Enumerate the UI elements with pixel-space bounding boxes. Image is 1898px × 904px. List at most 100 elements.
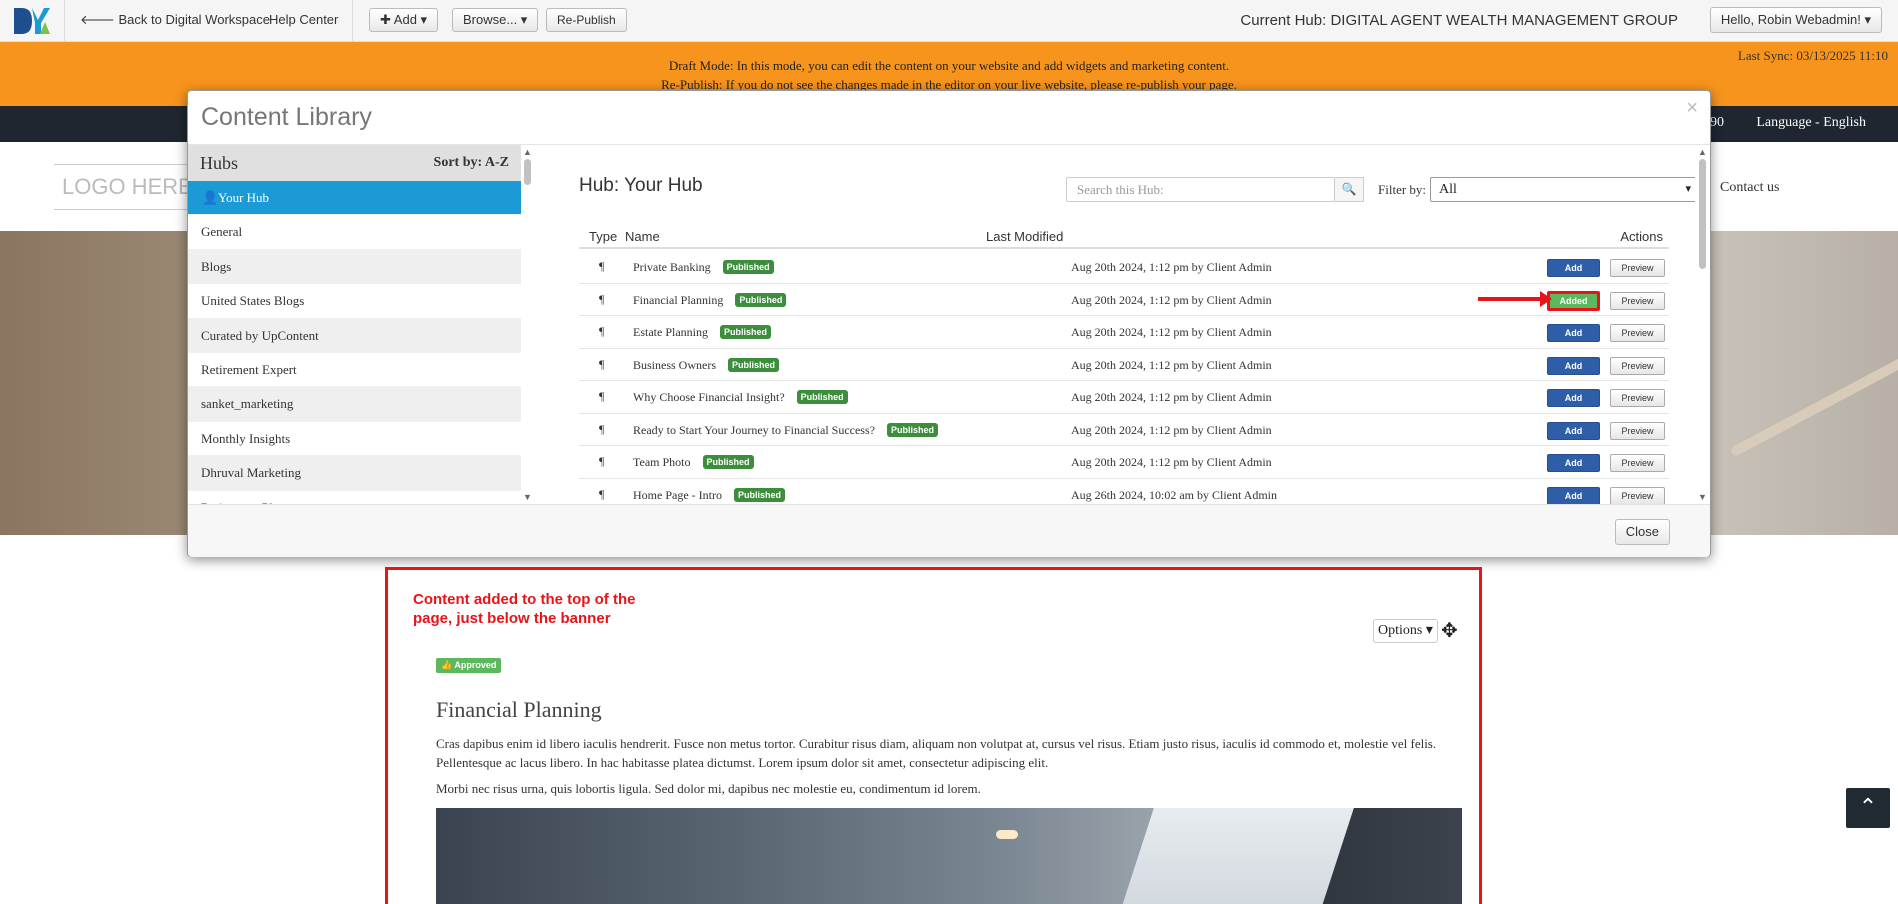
hub-item-curated-by-upcontent[interactable]: Curated by UpContent [188, 318, 521, 353]
paragraph-type-icon: ¶ [599, 486, 605, 501]
current-hub-label: Current Hub: DIGITAL AGENT WEALTH MANAGE… [1240, 12, 1678, 29]
hubs-scrollbar[interactable]: ▲ ▼ [521, 145, 535, 504]
add-dropdown-button[interactable]: ✚ Add ▾ [369, 8, 439, 32]
content-scrollbar[interactable]: ▲ ▼ [1696, 145, 1710, 504]
close-icon[interactable]: × [1686, 97, 1698, 120]
search-icon: 🔍 [1341, 182, 1357, 196]
add-button[interactable]: Add [1547, 454, 1600, 472]
content-library-modal: Content Library × Hubs Sort by: A-Z 👤You… [187, 90, 1711, 557]
preview-button[interactable]: Preview [1610, 454, 1665, 472]
caret-down-icon: ▾ [416, 12, 428, 27]
added-button[interactable]: Added [1547, 290, 1600, 311]
content-table-header: Type Name Last Modified Actions [579, 225, 1669, 249]
caret-down-icon: ▾ [517, 12, 528, 27]
image-detail [1118, 808, 1354, 904]
browse-dropdown-button[interactable]: Browse... ▾ [452, 8, 539, 32]
draft-mode-text: Draft Mode: In this mode, you can edit t… [668, 58, 1230, 73]
modal-footer [188, 505, 1710, 557]
scroll-up-icon[interactable]: ▲ [523, 147, 532, 157]
hubs-title: Hubs [200, 153, 239, 173]
content-paragraph: Cras dapibus enim id libero iaculis hend… [436, 736, 1437, 770]
hub-item-your-hub[interactable]: 👤Your Hub [188, 181, 521, 216]
content-title: Financial Planning [436, 697, 602, 722]
content-paragraph: Morbi nec risus urna, quis lobortis ligu… [436, 781, 981, 796]
language-selector[interactable]: Language - English [1756, 115, 1866, 131]
hubs-list: 👤Your Hub General Blogs United States Bl… [188, 181, 521, 504]
thumbs-up-icon: 👍 [441, 660, 455, 670]
chevron-down-icon: ▾ [1422, 623, 1433, 638]
filter-select[interactable]: All ▾ [1430, 177, 1695, 202]
add-button[interactable]: Add [1547, 421, 1600, 440]
approved-badge: 👍 Approved [436, 658, 502, 673]
add-button[interactable]: Add [1547, 486, 1600, 504]
add-button[interactable]: Add [1547, 324, 1600, 342]
preview-button[interactable]: Preview [1610, 291, 1665, 310]
dya-logo-icon[interactable] [12, 4, 52, 38]
scroll-to-top-button[interactable]: ⌃ [1846, 788, 1890, 828]
sort-by-toggle[interactable]: Sort by: A-Z [434, 155, 509, 171]
hub-item-united-states-blogs[interactable]: United States Blogs [188, 284, 521, 319]
help-center-link[interactable]: Help Center [269, 12, 338, 27]
preview-button[interactable]: Preview [1610, 389, 1665, 407]
back-to-workspace-link[interactable]: 🡐 Back to Digital Workspace [80, 12, 270, 28]
row-name: Private Banking Published [633, 260, 774, 275]
preview-button[interactable]: Preview [1610, 259, 1665, 277]
site-nav-contact[interactable]: Contact us [1720, 180, 1780, 196]
add-button[interactable]: Add [1547, 259, 1600, 277]
filter-label: Filter by: [1378, 182, 1427, 197]
hub-item-general[interactable]: General [188, 215, 521, 250]
scroll-up-icon[interactable]: ▲ [1698, 147, 1707, 157]
search-button[interactable]: 🔍 [1335, 177, 1364, 202]
row-last-modified: Aug 20th 2024, 1:12 pm by Client Admin [1071, 357, 1272, 372]
paragraph-type-icon: ¶ [599, 324, 605, 338]
add-button[interactable]: Add [1547, 356, 1600, 375]
table-row: ¶ Home Page - Intro Published Aug 26th 20… [579, 479, 1669, 504]
row-name: Home Page - Intro Published [633, 487, 785, 503]
paragraph-type-icon: ¶ [599, 421, 605, 436]
column-actions: Actions [1620, 229, 1663, 244]
last-sync-label: Last Sync: 03/13/2025 11:10 [1737, 48, 1888, 63]
published-badge: Published [733, 487, 785, 502]
row-name: Ready to Start Your Journey to Financial… [633, 422, 938, 438]
column-last-modified: Last Modified [986, 229, 1064, 244]
published-badge: Published [735, 292, 787, 307]
close-button[interactable]: Close [1614, 519, 1670, 545]
published-badge: Published [886, 422, 938, 437]
toolbar-divider [352, 0, 353, 42]
caret-down-icon: ▾ [1860, 12, 1871, 27]
hub-item-retirement-plan[interactable]: Retirement Plan [188, 491, 521, 504]
preview-button[interactable]: Preview [1610, 356, 1665, 375]
scroll-down-icon[interactable]: ▼ [523, 492, 532, 502]
content-image [436, 808, 1462, 904]
published-badge: Published [796, 390, 848, 404]
image-detail [996, 830, 1018, 839]
hub-item-sanket-marketing[interactable]: sanket_marketing [188, 387, 521, 422]
row-name: Business Owners Published [633, 357, 780, 373]
table-row: ¶ Private Banking Published Aug 20th 2024… [579, 251, 1669, 284]
row-last-modified: Aug 20th 2024, 1:12 pm by Client Admin [1071, 260, 1272, 274]
hub-item-monthly-insights[interactable]: Monthly Insights [188, 422, 521, 457]
republish-button[interactable]: Re-Publish [546, 8, 627, 32]
move-icon[interactable]: ✥ [1441, 618, 1458, 643]
preview-button[interactable]: Preview [1610, 486, 1665, 504]
plus-icon: ✚ [380, 12, 394, 27]
scrollbar-thumb[interactable] [1699, 159, 1706, 269]
hub-item-blogs[interactable]: Blogs [188, 249, 521, 285]
options-select[interactable]: Options ▾ [1373, 619, 1438, 643]
hero-decoration [1729, 354, 1898, 458]
published-badge: Published [722, 260, 774, 274]
hub-item-retirement-expert[interactable]: Retirement Expert [188, 353, 521, 388]
row-last-modified: Aug 20th 2024, 1:12 pm by Client Admin [1071, 325, 1272, 339]
hub-item-dhruval-marketing[interactable]: Dhruval Marketing [188, 456, 521, 491]
scroll-down-icon[interactable]: ▼ [1698, 492, 1707, 502]
scrollbar-thumb[interactable] [524, 159, 531, 185]
hub-content-panel: Hub: Your Hub Search this Hub: 🔍 Filter … [535, 145, 1695, 504]
search-input[interactable]: Search this Hub: [1066, 177, 1335, 202]
row-last-modified: Aug 20th 2024, 1:12 pm by Client Admin [1071, 455, 1272, 469]
published-badge: Published [728, 357, 780, 372]
preview-button[interactable]: Preview [1610, 421, 1665, 440]
user-menu-button[interactable]: Hello, Robin Webadmin! ▾ [1709, 7, 1882, 33]
hubs-sidebar: Hubs Sort by: A-Z 👤Your Hub General Blog… [188, 145, 521, 504]
preview-button[interactable]: Preview [1610, 324, 1665, 342]
add-button[interactable]: Add [1547, 389, 1600, 407]
